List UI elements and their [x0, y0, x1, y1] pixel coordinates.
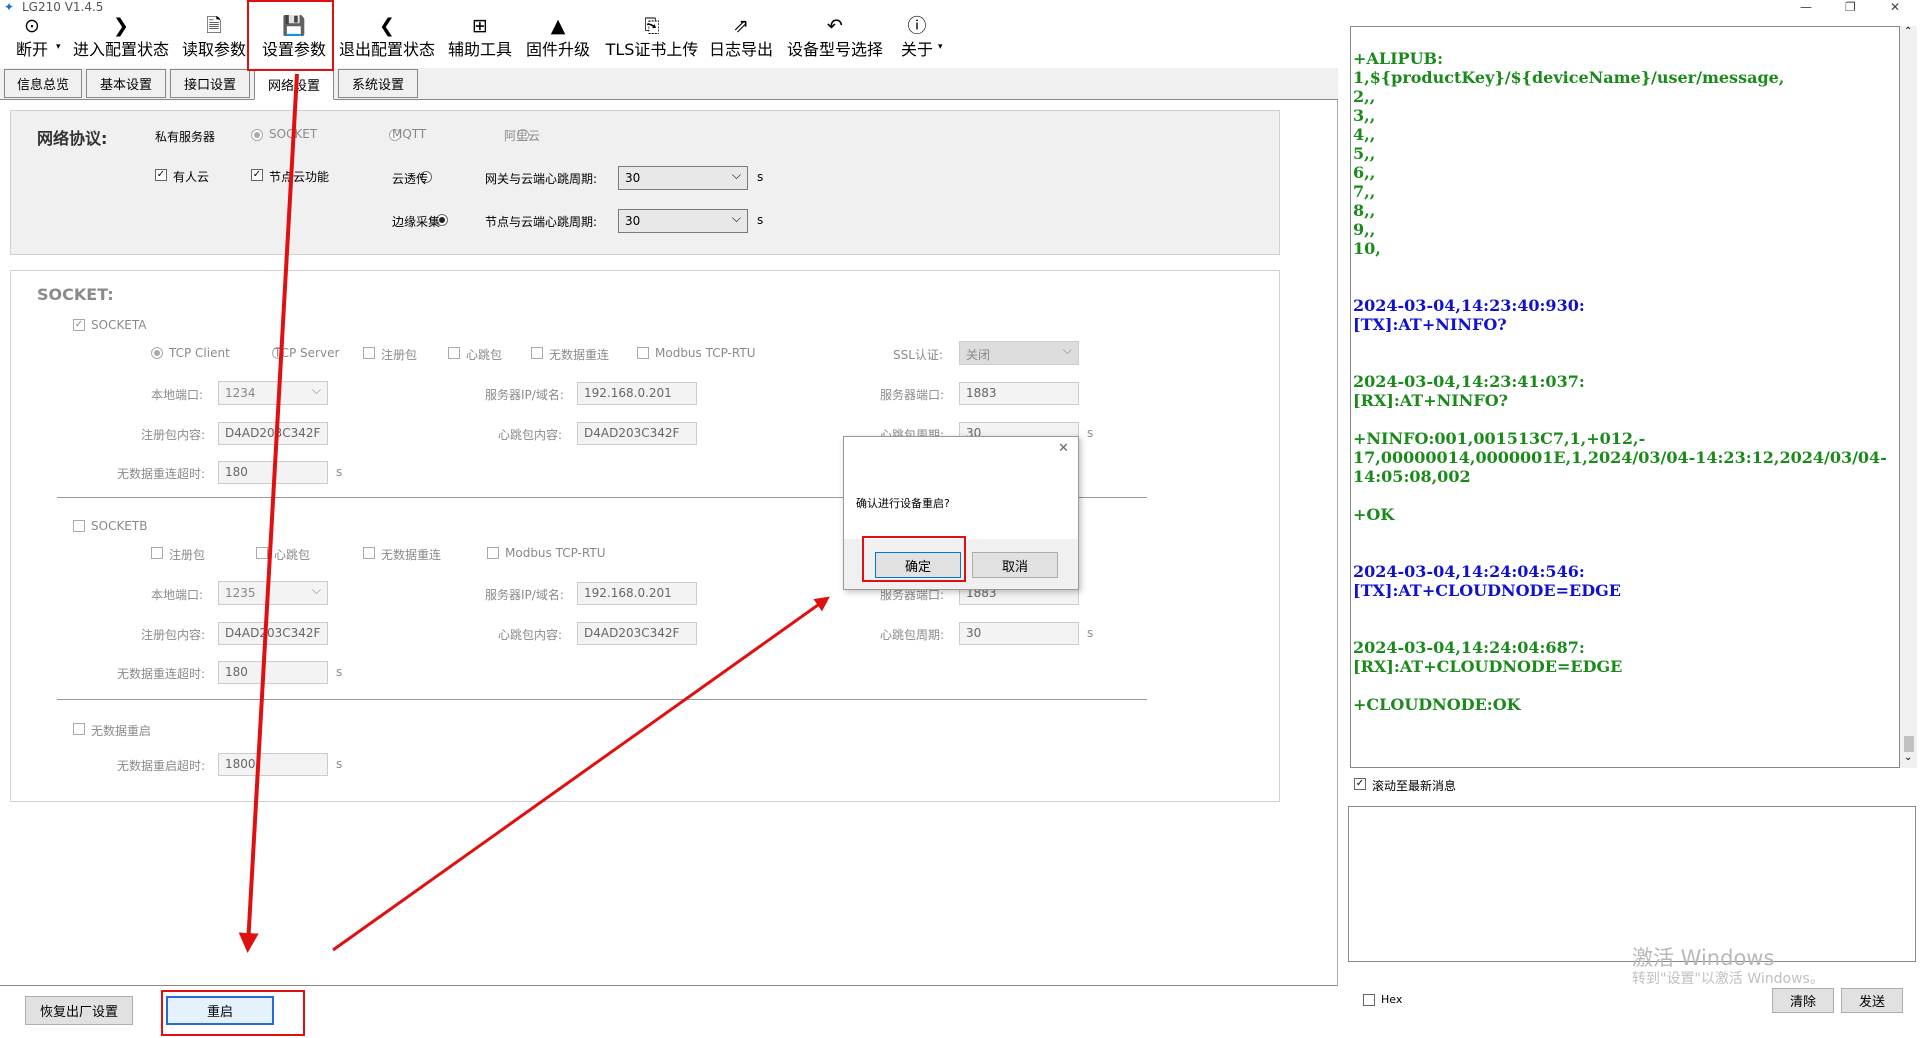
arrow-to-reboot [238, 73, 299, 953]
arrow-to-dialog [332, 596, 830, 952]
annotation-arrows [238, 73, 830, 953]
